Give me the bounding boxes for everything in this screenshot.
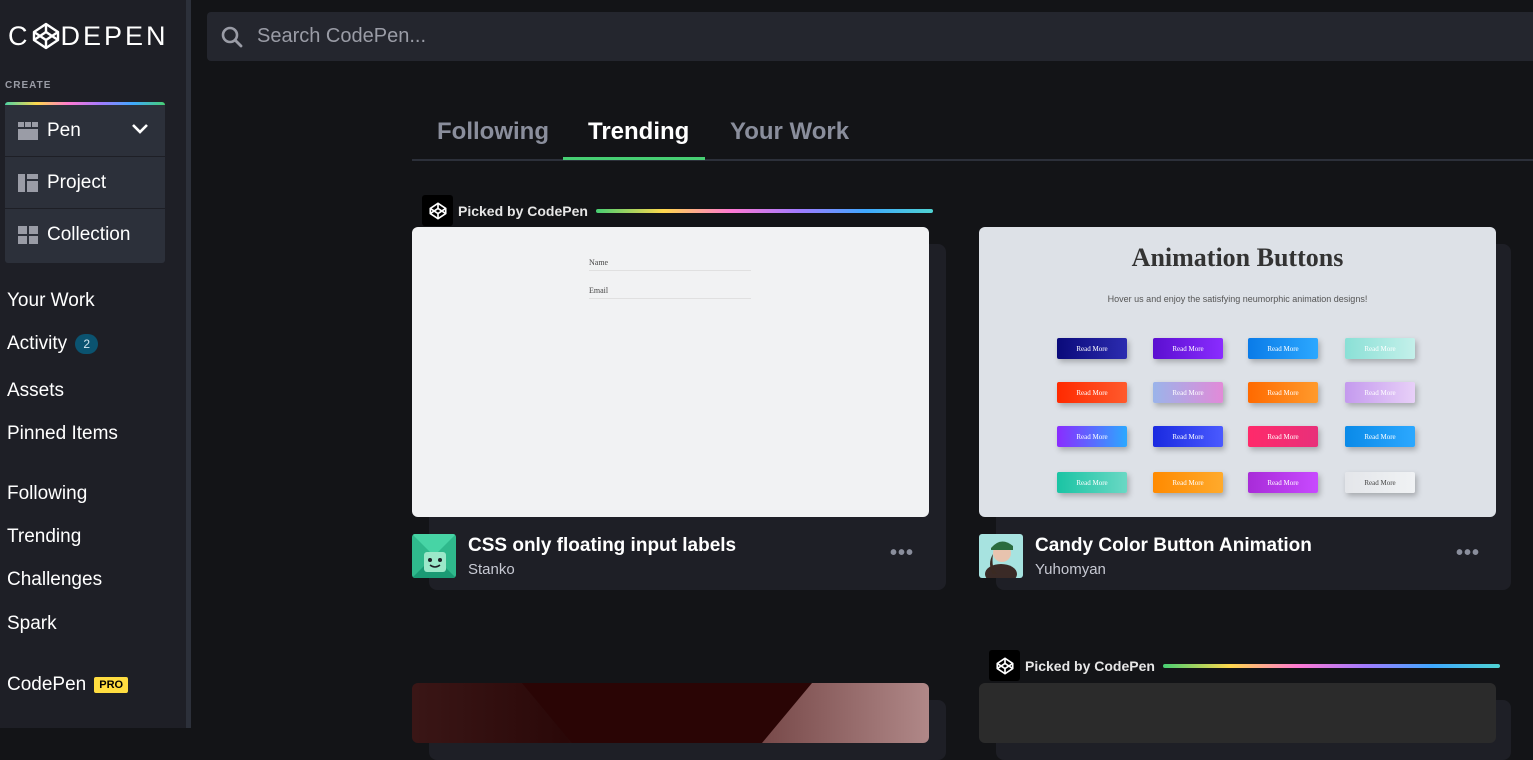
logo-text-left: C	[8, 20, 31, 51]
tab-trending[interactable]: Trending	[588, 118, 689, 146]
picked-label: Picked by CodePen	[458, 202, 588, 219]
sidebar-resize-handle[interactable]	[186, 0, 191, 728]
create-label: CREATE	[5, 80, 52, 91]
tab-your-work[interactable]: Your Work	[730, 118, 849, 146]
avatar[interactable]	[979, 534, 1023, 578]
create-project-label: Project	[47, 171, 107, 193]
create-pen-label: Pen	[47, 119, 81, 141]
feed-tabs: Following Trending Your Work	[412, 110, 1533, 161]
project-layout-icon	[18, 173, 38, 192]
create-collection-label: Collection	[47, 224, 131, 245]
create-collection-button[interactable]: Collection	[5, 209, 165, 261]
sidebar-item-spark[interactable]: Spark	[7, 613, 57, 635]
codepen-logo[interactable]: C DEPEN	[8, 20, 169, 52]
pen-preview[interactable]: Animation Buttons Hover us and enjoy the…	[979, 227, 1496, 517]
pro-badge: PRO	[94, 677, 129, 693]
pen-author[interactable]: Stanko	[468, 561, 515, 578]
collection-grid-icon	[18, 226, 38, 244]
preview-read-more-button: Read More	[1057, 472, 1127, 493]
picked-rainbow-line	[595, 208, 933, 213]
preview-read-more-button: Read More	[1057, 382, 1127, 403]
avatar[interactable]	[412, 534, 456, 578]
create-project-button[interactable]: Project	[5, 157, 165, 209]
sidebar-item-codepen-pro[interactable]: CodePen PRO	[7, 674, 129, 696]
preview-shape-icon	[522, 683, 812, 743]
yuhomyan-avatar-icon	[979, 534, 1023, 578]
pen-preview[interactable]	[412, 683, 929, 743]
search-icon	[221, 26, 243, 47]
preview-heading: Animation Buttons	[1131, 243, 1344, 272]
pen-preview[interactable]	[979, 683, 1496, 743]
nav-label: Trending	[7, 526, 82, 547]
pen-grid-icon	[18, 121, 38, 140]
active-tab-indicator	[563, 157, 705, 160]
chevron-down-icon[interactable]	[131, 123, 149, 135]
stanko-avatar-icon	[412, 534, 456, 578]
sidebar-item-challenges[interactable]: Challenges	[7, 569, 102, 591]
create-box: Pen Project Collection	[5, 102, 165, 263]
sidebar-item-trending[interactable]: Trending	[7, 526, 81, 548]
codepen-pick-icon	[422, 195, 453, 226]
picked-by-codepen-banner: Picked by CodePen	[989, 650, 1500, 681]
preview-read-more-button: Read More	[1345, 426, 1415, 447]
sidebar-item-pinned-items[interactable]: Pinned Items	[7, 423, 118, 445]
sidebar-item-following[interactable]: Following	[7, 483, 87, 505]
search-input[interactable]	[257, 25, 857, 48]
activity-count-badge: 2	[75, 334, 99, 354]
nav-label: Your Work	[7, 290, 95, 311]
more-options-icon[interactable]: •••	[1456, 542, 1480, 565]
preview-read-more-button: Read More	[1345, 338, 1415, 359]
search-bar	[207, 12, 1533, 61]
preview-read-more-button: Read More	[1248, 338, 1318, 359]
preview-read-more-button: Read More	[1345, 472, 1415, 493]
more-options-icon[interactable]: •••	[890, 542, 914, 565]
picked-rainbow-line	[1162, 663, 1500, 668]
preview-name-field: Name	[589, 258, 751, 271]
preview-read-more-button: Read More	[1248, 382, 1318, 403]
preview-read-more-button: Read More	[1345, 382, 1415, 403]
nav-label: CodePen	[7, 674, 87, 695]
preview-read-more-button: Read More	[1153, 338, 1223, 359]
sidebar-item-assets[interactable]: Assets	[7, 380, 64, 402]
create-pen-button[interactable]: Pen	[5, 105, 165, 157]
nav-label: Following	[7, 483, 88, 504]
preview-read-more-button: Read More	[1153, 426, 1223, 447]
preview-read-more-button: Read More	[1248, 472, 1318, 493]
sidebar-item-your-work[interactable]: Your Work	[7, 290, 95, 312]
picked-by-codepen-banner: Picked by CodePen	[422, 195, 933, 226]
preview-subheading: Hover us and enjoy the satisfying neumor…	[1107, 294, 1368, 304]
preview-read-more-button: Read More	[1153, 382, 1223, 403]
picked-label: Picked by CodePen	[1025, 657, 1155, 674]
pen-title[interactable]: Candy Color Button Animation	[1035, 535, 1312, 557]
codepen-cube-icon	[32, 22, 59, 50]
codepen-pick-icon	[989, 650, 1020, 681]
preview-read-more-button: Read More	[1057, 338, 1127, 359]
nav-label: Assets	[7, 380, 65, 401]
sidebar-item-activity[interactable]: Activity 2	[7, 333, 99, 355]
preview-read-more-button: Read More	[1153, 472, 1223, 493]
sidebar: C DEPEN CREATE Pen Project Collection Yo…	[0, 0, 186, 728]
preview-read-more-button: Read More	[1248, 426, 1318, 447]
pen-author[interactable]: Yuhomyan	[1035, 561, 1106, 578]
pen-preview[interactable]: Name Email	[412, 227, 929, 517]
nav-label: Challenges	[7, 569, 103, 590]
logo-text-right: DEPEN	[60, 20, 169, 51]
preview-email-field: Email	[589, 286, 751, 299]
nav-label: Activity	[7, 333, 68, 354]
tab-following[interactable]: Following	[437, 118, 549, 146]
nav-label: Pinned Items	[7, 423, 118, 444]
preview-read-more-button: Read More	[1057, 426, 1127, 447]
pen-title[interactable]: CSS only floating input labels	[468, 535, 736, 557]
nav-label: Spark	[7, 613, 57, 634]
